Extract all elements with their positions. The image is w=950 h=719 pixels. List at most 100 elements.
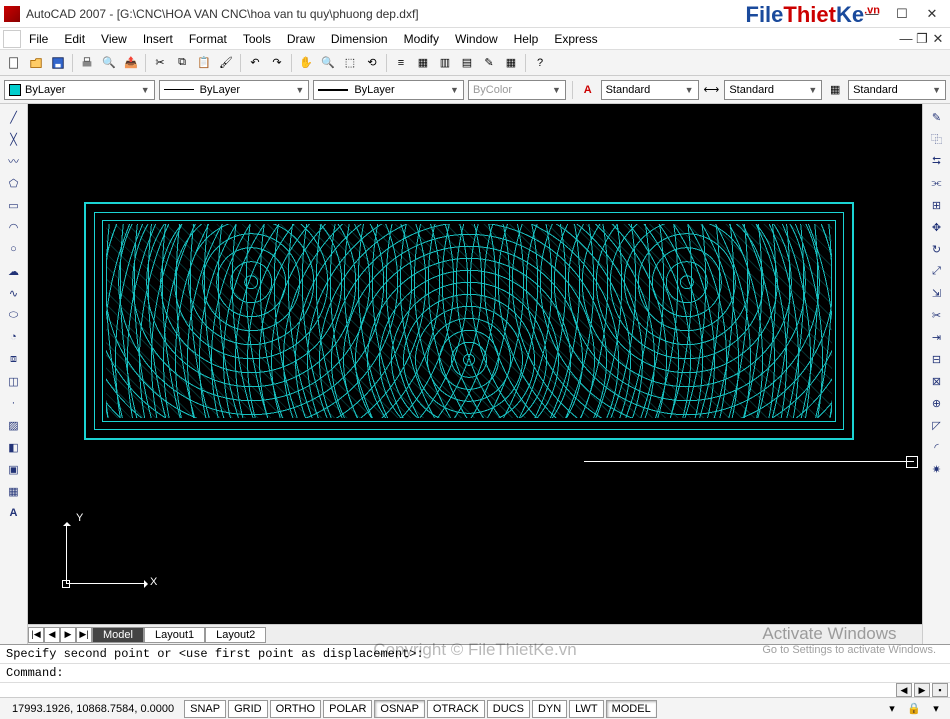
menu-file[interactable]: File: [21, 30, 56, 48]
menu-insert[interactable]: Insert: [135, 30, 181, 48]
paste-icon[interactable]: 📋: [194, 53, 214, 73]
stretch-icon[interactable]: ⇲: [927, 284, 947, 302]
menu-window[interactable]: Window: [447, 30, 506, 48]
rotate-icon[interactable]: ↻: [927, 240, 947, 258]
redo-icon[interactable]: ↷: [267, 53, 287, 73]
tab-layout2[interactable]: Layout2: [205, 627, 266, 643]
menu-edit[interactable]: Edit: [56, 30, 93, 48]
fillet-icon[interactable]: ◜: [927, 438, 947, 456]
cut-icon[interactable]: ✂: [150, 53, 170, 73]
construction-line-icon[interactable]: ╳: [4, 130, 24, 148]
break-icon[interactable]: ⊠: [927, 372, 947, 390]
polygon-icon[interactable]: ⬠: [4, 174, 24, 192]
status-annotation-icon[interactable]: ▾: [882, 699, 902, 719]
gradient-icon[interactable]: ◧: [4, 438, 24, 456]
ellipse-icon[interactable]: ⬭: [4, 306, 24, 324]
make-block-icon[interactable]: ◫: [4, 372, 24, 390]
break-at-point-icon[interactable]: ⊟: [927, 350, 947, 368]
trim-icon[interactable]: ✂: [927, 306, 947, 324]
status-tray-icon[interactable]: ▾: [926, 699, 946, 719]
scale-icon[interactable]: ⤢: [927, 262, 947, 280]
layer-color-combo[interactable]: ByLayer ▼: [4, 80, 155, 100]
command-prompt[interactable]: Command:: [0, 664, 950, 683]
design-center-icon[interactable]: ▦: [413, 53, 433, 73]
line-icon[interactable]: ╱: [4, 108, 24, 126]
tab-nav-next[interactable]: ▶: [60, 627, 76, 643]
menu-tools[interactable]: Tools: [235, 30, 279, 48]
textstyle-combo[interactable]: Standard ▼: [601, 80, 699, 100]
plotstyle-combo[interactable]: ByColor ▼: [468, 80, 566, 100]
point-icon[interactable]: ·: [4, 394, 24, 412]
table-icon[interactable]: ▦: [4, 482, 24, 500]
revision-cloud-icon[interactable]: ☁: [4, 262, 24, 280]
sheet-set-icon[interactable]: ▤: [457, 53, 477, 73]
status-lock-icon[interactable]: 🔒: [904, 699, 924, 719]
mtext-icon[interactable]: A: [4, 504, 24, 522]
tab-nav-prev[interactable]: ◀: [44, 627, 60, 643]
tablestyle-combo[interactable]: Standard ▼: [848, 80, 946, 100]
menu-draw[interactable]: Draw: [279, 30, 323, 48]
new-icon[interactable]: [4, 53, 24, 73]
drawing-canvas[interactable]: Y X: [28, 104, 922, 624]
app-menu-icon[interactable]: [3, 30, 21, 48]
lineweight-combo[interactable]: ByLayer ▼: [313, 80, 464, 100]
insert-block-icon[interactable]: ⧈: [4, 350, 24, 368]
copy-icon[interactable]: ⧉: [172, 53, 192, 73]
doc-restore-button[interactable]: ❐: [916, 33, 928, 45]
move-icon[interactable]: ✥: [927, 218, 947, 236]
tab-nav-first[interactable]: |◀: [28, 627, 44, 643]
dimstyle-icon[interactable]: ⟷: [703, 80, 721, 100]
array-icon[interactable]: ⊞: [927, 196, 947, 214]
undo-icon[interactable]: ↶: [245, 53, 265, 73]
status-toggle-snap[interactable]: SNAP: [184, 700, 226, 718]
explode-icon[interactable]: ✷: [927, 460, 947, 478]
maximize-button[interactable]: ☐: [896, 8, 908, 20]
markup-icon[interactable]: ✎: [479, 53, 499, 73]
cmd-scroll-left[interactable]: ◀: [896, 683, 912, 697]
textstyle-icon[interactable]: A: [579, 80, 597, 100]
copy-object-icon[interactable]: ⿻: [927, 130, 947, 148]
chamfer-icon[interactable]: ◸: [927, 416, 947, 434]
tab-model[interactable]: Model: [92, 627, 144, 643]
ellipse-arc-icon[interactable]: ◔: [4, 328, 24, 346]
minimize-button[interactable]: —: [866, 8, 878, 20]
close-button[interactable]: ✕: [926, 8, 938, 20]
status-toggle-otrack[interactable]: OTRACK: [427, 700, 485, 718]
polyline-icon[interactable]: 〰: [4, 152, 24, 170]
join-icon[interactable]: ⊕: [927, 394, 947, 412]
cmd-scroll-right[interactable]: ▶: [914, 683, 930, 697]
open-icon[interactable]: [26, 53, 46, 73]
properties-icon[interactable]: ≡: [391, 53, 411, 73]
tab-layout1[interactable]: Layout1: [144, 627, 205, 643]
status-toggle-ducs[interactable]: DUCS: [487, 700, 530, 718]
status-toggle-polar[interactable]: POLAR: [323, 700, 372, 718]
command-window[interactable]: Specify second point or <use first point…: [0, 644, 950, 697]
status-toggle-model[interactable]: MODEL: [606, 700, 657, 718]
pan-icon[interactable]: ✋: [296, 53, 316, 73]
menu-view[interactable]: View: [93, 30, 135, 48]
tab-nav-last[interactable]: ▶|: [76, 627, 92, 643]
status-toggle-dyn[interactable]: DYN: [532, 700, 567, 718]
rectangle-icon[interactable]: ▭: [4, 196, 24, 214]
dimstyle-combo[interactable]: Standard ▼: [724, 80, 822, 100]
save-icon[interactable]: [48, 53, 68, 73]
circle-icon[interactable]: ○: [4, 240, 24, 258]
publish-icon[interactable]: 📤: [121, 53, 141, 73]
plot-preview-icon[interactable]: 🔍: [99, 53, 119, 73]
menu-express[interactable]: Express: [546, 30, 605, 48]
coordinate-readout[interactable]: 17993.1926, 10868.7584, 0.0000: [4, 703, 182, 715]
linetype-combo[interactable]: ByLayer ▼: [159, 80, 310, 100]
cmd-grip-icon[interactable]: ▪: [932, 683, 948, 697]
menu-dimension[interactable]: Dimension: [323, 30, 396, 48]
zoom-window-icon[interactable]: ⬚: [340, 53, 360, 73]
quickcalc-icon[interactable]: ▦: [501, 53, 521, 73]
help-icon[interactable]: ?: [530, 53, 550, 73]
status-toggle-ortho[interactable]: ORTHO: [270, 700, 322, 718]
doc-minimize-button[interactable]: —: [900, 33, 912, 45]
mirror-icon[interactable]: ⮀: [927, 152, 947, 170]
zoom-realtime-icon[interactable]: 🔍: [318, 53, 338, 73]
erase-icon[interactable]: ✎: [927, 108, 947, 126]
status-toggle-lwt[interactable]: LWT: [569, 700, 603, 718]
status-toggle-osnap[interactable]: OSNAP: [374, 700, 425, 718]
menu-help[interactable]: Help: [506, 30, 547, 48]
